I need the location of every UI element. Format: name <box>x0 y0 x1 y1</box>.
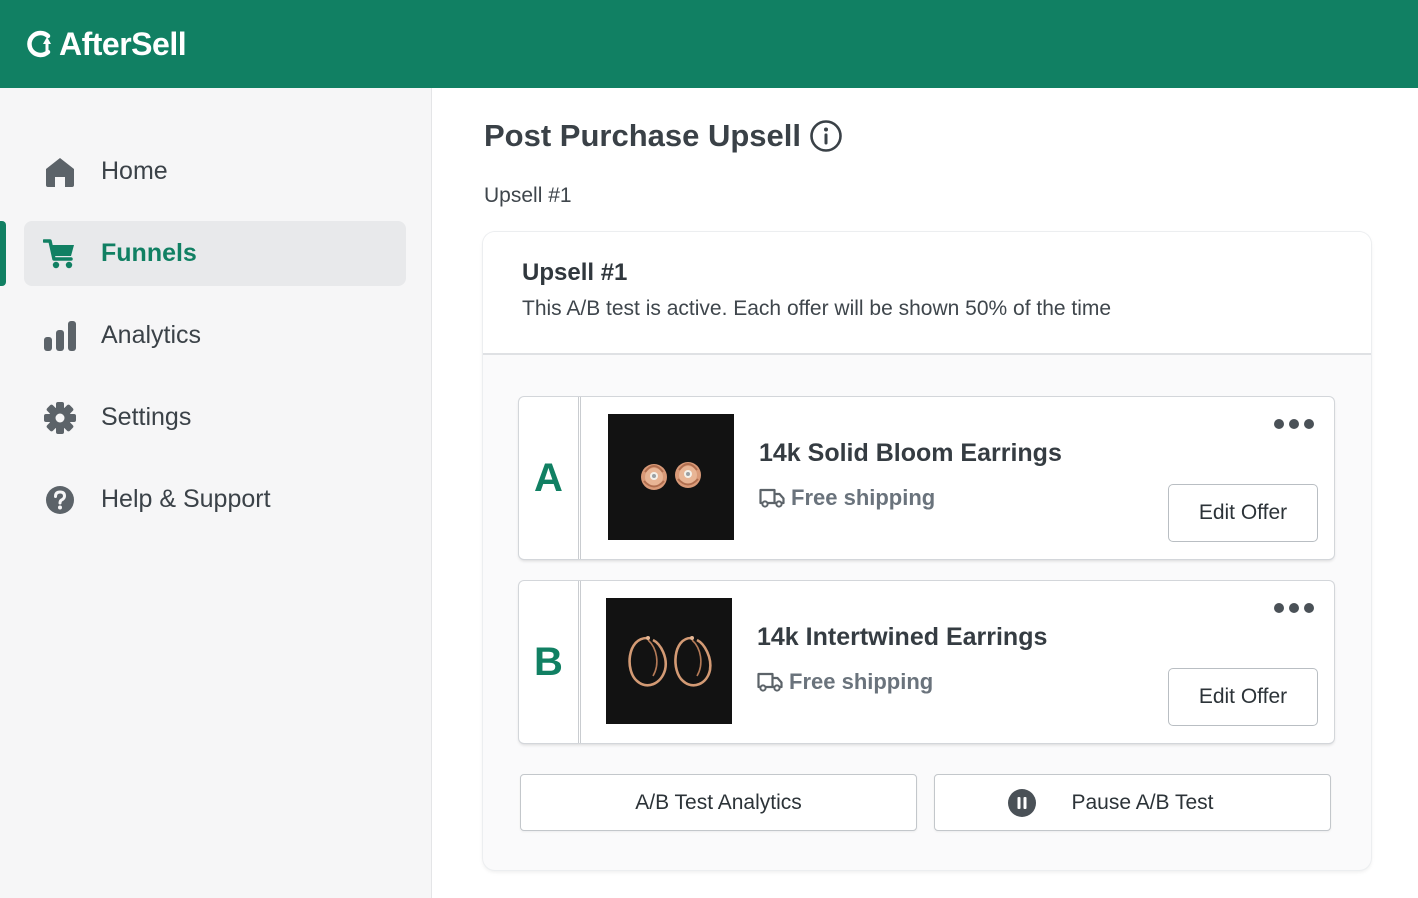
gear-icon <box>42 400 78 436</box>
sidebar-item-label: Home <box>101 157 168 185</box>
offer-card-a: A 14k Solid Bloom Earrings Free shipping… <box>519 397 1334 559</box>
sidebar: Home Funnels Analytics Settings Help & S… <box>0 88 432 898</box>
rose-earrings-image <box>641 462 701 490</box>
pause-ab-test-button[interactable]: Pause A/B Test <box>934 774 1331 831</box>
upsell-card: Upsell #1 This A/B test is active. Each … <box>483 232 1371 870</box>
more-options-icon[interactable] <box>1274 601 1314 615</box>
truck-icon <box>757 672 783 692</box>
product-name: 14k Intertwined Earrings <box>757 623 1048 651</box>
sidebar-item-analytics[interactable]: Analytics <box>24 303 406 368</box>
help-icon <box>42 482 78 518</box>
top-bar: AfterSell <box>0 0 1418 88</box>
shipping-info: Free shipping <box>757 669 933 695</box>
sidebar-item-settings[interactable]: Settings <box>24 385 406 450</box>
truck-icon <box>759 488 785 508</box>
app-name: AfterSell <box>59 25 187 62</box>
cart-icon <box>42 236 78 272</box>
sidebar-item-label: Help & Support <box>101 485 271 513</box>
breadcrumb: Upsell #1 <box>484 184 572 207</box>
product-name: 14k Solid Bloom Earrings <box>759 439 1062 467</box>
bar-chart-icon <box>42 318 78 354</box>
product-image <box>606 598 732 724</box>
ab-test-analytics-button[interactable]: A/B Test Analytics <box>520 774 917 831</box>
edit-offer-button[interactable]: Edit Offer <box>1168 668 1318 726</box>
pause-icon <box>1008 788 1037 817</box>
info-icon[interactable] <box>809 119 843 153</box>
active-indicator <box>0 221 6 286</box>
shipping-info: Free shipping <box>759 485 935 511</box>
sidebar-item-help-support[interactable]: Help & Support <box>24 467 406 532</box>
app-logo[interactable]: AfterSell <box>26 25 187 63</box>
offer-letter: A <box>519 397 581 559</box>
offer-card-b: B 14k Intertwined Earrings Free shipping… <box>519 581 1334 743</box>
upsell-title: Upsell #1 <box>522 259 628 286</box>
upsell-description: This A/B test is active. Each offer will… <box>522 297 1112 320</box>
hoop-earrings-image <box>628 636 712 687</box>
sidebar-item-label: Settings <box>101 403 192 431</box>
page-title: Post Purchase Upsell <box>484 118 843 154</box>
sidebar-item-home[interactable]: Home <box>24 139 406 204</box>
sidebar-item-funnels[interactable]: Funnels <box>24 221 406 286</box>
home-icon <box>42 154 78 190</box>
aftersell-logo-icon <box>27 30 51 58</box>
edit-offer-button[interactable]: Edit Offer <box>1168 484 1318 542</box>
sidebar-item-label: Funnels <box>101 239 197 267</box>
upsell-card-header: Upsell #1 This A/B test is active. Each … <box>483 232 1371 355</box>
offer-letter: B <box>519 581 581 743</box>
product-image <box>608 414 734 540</box>
main-content: Post Purchase Upsell Upsell #1 Upsell #1… <box>432 88 1418 898</box>
sidebar-item-label: Analytics <box>101 321 202 349</box>
more-options-icon[interactable] <box>1274 417 1314 431</box>
